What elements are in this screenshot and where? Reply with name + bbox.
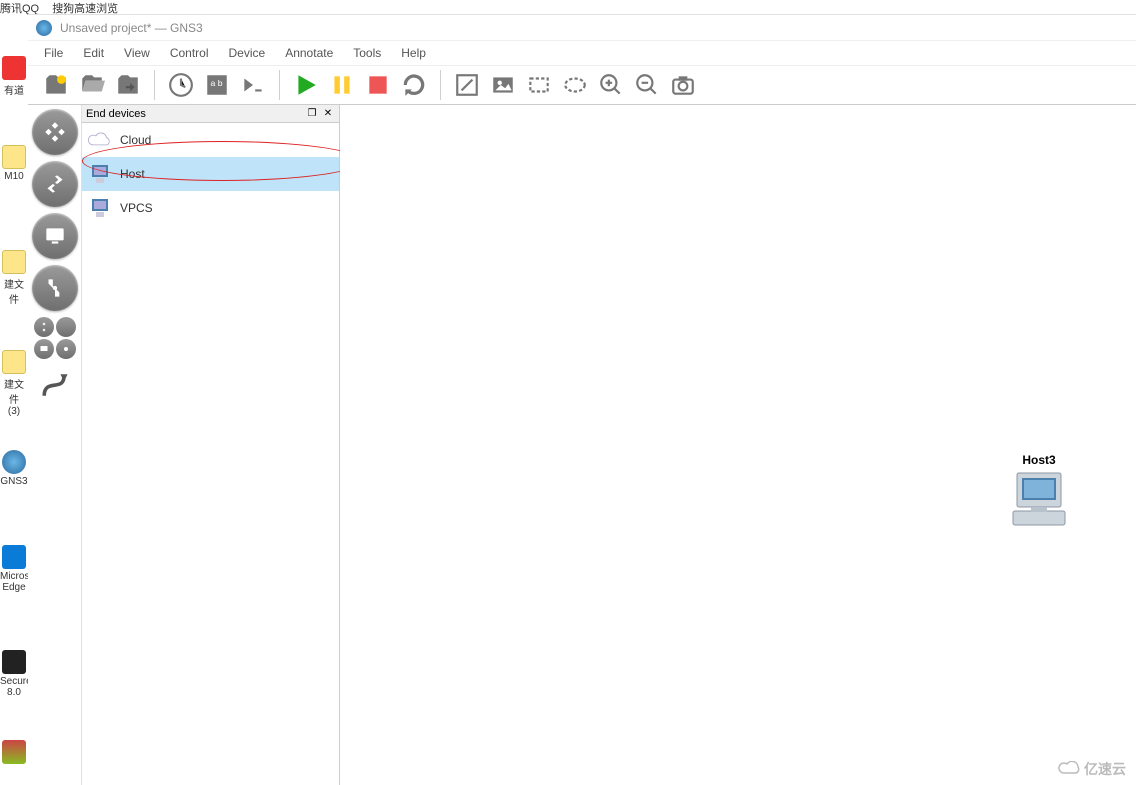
zoom-out-button[interactable] bbox=[629, 68, 665, 102]
device-template-list[interactable]: Cloud Host VPCS bbox=[82, 123, 339, 785]
insert-image-button[interactable] bbox=[485, 68, 521, 102]
svg-text:a b: a b bbox=[211, 78, 223, 88]
menu-edit[interactable]: Edit bbox=[73, 42, 114, 64]
snapshot-button[interactable] bbox=[163, 68, 199, 102]
menu-help[interactable]: Help bbox=[391, 42, 436, 64]
show-names-button[interactable]: a b bbox=[199, 68, 235, 102]
mini-pc-icon bbox=[34, 339, 54, 359]
end-devices-category-button[interactable] bbox=[32, 213, 78, 259]
title-bar[interactable]: Unsaved project* — GNS3 bbox=[28, 15, 1136, 41]
menu-view[interactable]: View bbox=[114, 42, 160, 64]
add-link-button[interactable] bbox=[35, 365, 75, 405]
menu-control[interactable]: Control bbox=[160, 42, 219, 64]
device-template-host[interactable]: Host bbox=[82, 157, 339, 191]
console-button[interactable] bbox=[235, 68, 271, 102]
switches-category-button[interactable] bbox=[32, 161, 78, 207]
host-icon bbox=[1007, 469, 1071, 531]
open-project-button[interactable] bbox=[74, 68, 110, 102]
end-devices-panel: End devices ❐ ✕ Cloud Host VPCS bbox=[82, 105, 340, 785]
save-project-button[interactable] bbox=[110, 68, 146, 102]
device-template-cloud[interactable]: Cloud bbox=[82, 123, 339, 157]
annotate-note-button[interactable] bbox=[449, 68, 485, 102]
node-label: Host3 bbox=[1007, 453, 1071, 467]
stop-button[interactable] bbox=[360, 68, 396, 102]
end-devices-panel-header[interactable]: End devices ❐ ✕ bbox=[82, 105, 339, 123]
desktop-icon-gns3[interactable]: GNS3 bbox=[0, 450, 28, 487]
device-template-label: Cloud bbox=[120, 133, 151, 147]
routers-category-button[interactable] bbox=[32, 109, 78, 155]
menu-bar: File Edit View Control Device Annotate T… bbox=[28, 41, 1136, 65]
window-title: Unsaved project* — GNS3 bbox=[60, 21, 203, 35]
all-devices-category-button[interactable] bbox=[32, 317, 78, 359]
device-template-label: Host bbox=[120, 167, 145, 181]
desktop-icon-edge[interactable]: MicrosEdge bbox=[0, 545, 28, 593]
device-template-label: VPCS bbox=[120, 201, 153, 215]
draw-rect-button[interactable] bbox=[521, 68, 557, 102]
draw-ellipse-button[interactable] bbox=[557, 68, 593, 102]
host-icon bbox=[86, 160, 114, 188]
gns3-window: Unsaved project* — GNS3 File Edit View C… bbox=[28, 14, 1136, 785]
mini-switch-icon bbox=[56, 317, 76, 337]
reload-button[interactable] bbox=[396, 68, 432, 102]
zoom-in-button[interactable] bbox=[593, 68, 629, 102]
panel-float-button[interactable]: ❐ bbox=[305, 107, 319, 121]
desktop-icon-folder1[interactable]: 建文件 bbox=[0, 250, 28, 306]
start-button[interactable] bbox=[288, 68, 324, 102]
workspace: End devices ❐ ✕ Cloud Host VPCS bbox=[28, 105, 1136, 785]
desktop-icon-other[interactable] bbox=[0, 740, 28, 766]
desktop-icon-securecrt[interactable]: SecureC8.0 bbox=[0, 650, 28, 698]
desktop-icon-m10[interactable]: M10 bbox=[0, 145, 28, 182]
device-template-vpcs[interactable]: VPCS bbox=[82, 191, 339, 225]
menu-annotate[interactable]: Annotate bbox=[275, 42, 343, 64]
mini-router-icon bbox=[34, 317, 54, 337]
panel-title: End devices bbox=[86, 108, 303, 120]
topology-canvas[interactable]: R1 Host3 bbox=[340, 105, 1136, 785]
panel-close-button[interactable]: ✕ bbox=[321, 107, 335, 121]
desktop-left-strip: 有道 M10 建文件 建文件(3) GNS3 MicrosEdge Secure… bbox=[0, 0, 28, 785]
os-taskbar: 腾讯QQ 搜狗高速浏览 bbox=[0, 0, 1136, 14]
security-devices-category-button[interactable] bbox=[32, 265, 78, 311]
desktop-icon-folder2[interactable]: 建文件(3) bbox=[0, 350, 28, 417]
watermark: 亿速云 bbox=[1058, 759, 1126, 779]
menu-tools[interactable]: Tools bbox=[343, 42, 391, 64]
node-host3[interactable]: Host3 bbox=[1007, 453, 1071, 535]
screenshot-button[interactable] bbox=[665, 68, 701, 102]
vpcs-icon bbox=[86, 194, 114, 222]
desktop-icon-youdao[interactable]: 有道 bbox=[0, 56, 28, 97]
new-project-button[interactable] bbox=[38, 68, 74, 102]
cloud-icon bbox=[86, 126, 114, 154]
menu-device[interactable]: Device bbox=[219, 42, 276, 64]
menu-file[interactable]: File bbox=[34, 42, 73, 64]
pause-button[interactable] bbox=[324, 68, 360, 102]
toolbar: a b bbox=[28, 65, 1136, 105]
mini-fw-icon bbox=[56, 339, 76, 359]
gns3-app-icon bbox=[36, 20, 52, 36]
device-category-bar bbox=[28, 105, 82, 785]
